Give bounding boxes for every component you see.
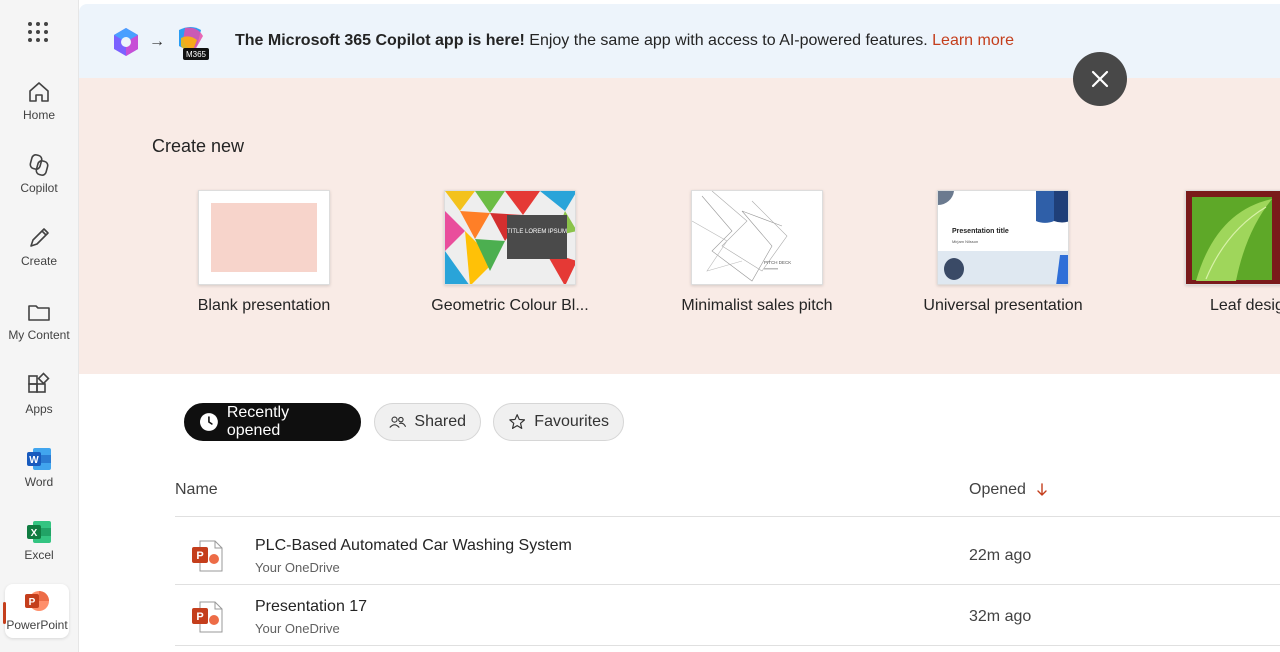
template-leaf-design[interactable]: Leaf desig bbox=[1140, 190, 1280, 315]
svg-text:P: P bbox=[196, 550, 203, 562]
banner-logos: → M365 bbox=[109, 24, 211, 60]
rail-label-home: Home bbox=[22, 108, 55, 122]
word-icon: W bbox=[27, 448, 51, 470]
template-thumbnail: TITLE LOREM IPSUM bbox=[444, 190, 576, 285]
template-blank-presentation[interactable]: Blank presentation bbox=[154, 190, 374, 315]
rail-item-copilot[interactable]: Copilot bbox=[0, 145, 78, 207]
file-location: Your OneDrive bbox=[255, 621, 340, 636]
tab-label: Recently opened bbox=[226, 404, 290, 439]
powerpoint-file-icon: P bbox=[192, 540, 223, 572]
template-thumbnail: Presentation title Mirjam Nilsson bbox=[937, 190, 1069, 285]
template-universal-presentation[interactable]: Presentation title Mirjam Nilsson Univer… bbox=[893, 190, 1113, 315]
rail-label-apps: Apps bbox=[25, 402, 53, 416]
copilot-icon bbox=[29, 154, 49, 176]
template-minimalist-sales-pitch[interactable]: PITCH DECK Minimalist sales pitch bbox=[647, 190, 867, 315]
learn-more-link[interactable]: Learn more bbox=[932, 32, 1014, 49]
banner-message: The Microsoft 365 Copilot app is here! E… bbox=[235, 32, 1014, 50]
rail-item-create[interactable]: Create bbox=[0, 218, 78, 280]
rail-label-my-content: My Content bbox=[8, 328, 70, 342]
close-banner-button[interactable] bbox=[1073, 52, 1127, 106]
rail-label-create: Create bbox=[20, 254, 58, 268]
rail-label-excel: Excel bbox=[24, 548, 54, 562]
template-thumbnail: PITCH DECK bbox=[691, 190, 823, 285]
apps-icon bbox=[28, 372, 50, 393]
column-header-opened[interactable]: Opened bbox=[969, 481, 1048, 499]
thumb-title-text: TITLE LOREM IPSUM bbox=[507, 229, 567, 235]
file-title: PLC-Based Automated Car Washing System bbox=[255, 537, 572, 554]
file-location: Your OneDrive bbox=[255, 560, 340, 575]
sort-descending-icon bbox=[1037, 483, 1047, 496]
app-launcher-icon[interactable] bbox=[28, 22, 48, 42]
m365-old-logo-icon bbox=[114, 28, 138, 56]
table-row[interactable]: P Presentation 17 Your OneDrive 32m ago bbox=[175, 584, 1280, 644]
column-header-name[interactable]: Name bbox=[175, 481, 218, 499]
svg-text:W: W bbox=[29, 455, 39, 466]
create-new-section: Create new Blank presentation TITLE LORE… bbox=[79, 78, 1280, 374]
rail-item-word[interactable]: W Word bbox=[0, 439, 78, 501]
arrow-right-icon: → bbox=[149, 33, 165, 50]
svg-text:P: P bbox=[196, 611, 203, 623]
template-thumbnail bbox=[1185, 190, 1280, 285]
file-opened-time: 22m ago bbox=[969, 547, 1032, 564]
template-geometric-colour-block[interactable]: TITLE LOREM IPSUM Geometric Colour Bl... bbox=[400, 190, 620, 315]
rail-label-word: Word bbox=[24, 475, 54, 489]
file-opened-time: 32m ago bbox=[969, 608, 1032, 625]
star-icon bbox=[509, 414, 526, 429]
thumb-title-text: Presentation title bbox=[952, 228, 1009, 235]
rail-item-home[interactable]: Home bbox=[0, 72, 78, 134]
rail-label-copilot: Copilot bbox=[20, 181, 58, 195]
template-name: Universal presentation bbox=[923, 297, 1083, 314]
table-divider bbox=[175, 516, 1280, 517]
powerpoint-icon: P bbox=[25, 591, 49, 611]
template-name: Leaf desig bbox=[1210, 297, 1280, 314]
rail-item-my-content[interactable]: My Content bbox=[0, 292, 78, 354]
template-name: Minimalist sales pitch bbox=[681, 297, 833, 314]
banner-body-text: Enjoy the same app with access to AI-pow… bbox=[524, 32, 933, 49]
people-icon bbox=[389, 416, 407, 428]
rail-label-powerpoint: PowerPoint bbox=[6, 618, 68, 632]
folder-icon bbox=[28, 305, 50, 321]
tab-shared[interactable]: Shared bbox=[374, 403, 481, 441]
clock-icon bbox=[199, 413, 218, 431]
tab-label: Favourites bbox=[534, 413, 609, 430]
m365-copilot-logo-icon: M365 bbox=[179, 27, 209, 60]
file-title: Presentation 17 bbox=[255, 598, 368, 615]
svg-text:P: P bbox=[29, 597, 36, 608]
m365-badge-text: M365 bbox=[186, 50, 207, 59]
table-divider bbox=[175, 645, 1280, 646]
app-rail: Home Copilot Create My Content Apps W Wo… bbox=[0, 0, 79, 652]
tab-label: Shared bbox=[414, 413, 466, 430]
pencil-icon bbox=[30, 228, 49, 247]
rail-item-apps[interactable]: Apps bbox=[0, 366, 78, 428]
tab-favourites[interactable]: Favourites bbox=[493, 403, 624, 441]
thumb-title-text: PITCH DECK bbox=[764, 260, 791, 265]
thumb-subtitle-text: Mirjam Nilsson bbox=[952, 239, 978, 244]
template-name: Blank presentation bbox=[197, 297, 331, 314]
banner-bold-text: The Microsoft 365 Copilot app is here! bbox=[235, 32, 525, 49]
template-name: Geometric Colour Bl... bbox=[431, 297, 589, 314]
rail-item-excel[interactable]: X Excel bbox=[0, 512, 78, 574]
close-icon bbox=[1091, 70, 1109, 88]
svg-text:X: X bbox=[31, 528, 38, 539]
column-header-opened-label: Opened bbox=[969, 481, 1026, 498]
create-new-heading: Create new bbox=[152, 136, 245, 156]
home-icon bbox=[29, 82, 49, 102]
tab-recently-opened[interactable]: Recently opened bbox=[184, 403, 361, 441]
table-row[interactable]: P PLC-Based Automated Car Washing System… bbox=[175, 523, 1280, 583]
powerpoint-file-icon: P bbox=[192, 601, 223, 633]
template-thumbnail bbox=[198, 190, 330, 285]
rail-item-powerpoint[interactable]: P PowerPoint bbox=[3, 584, 69, 638]
excel-icon: X bbox=[27, 521, 51, 543]
